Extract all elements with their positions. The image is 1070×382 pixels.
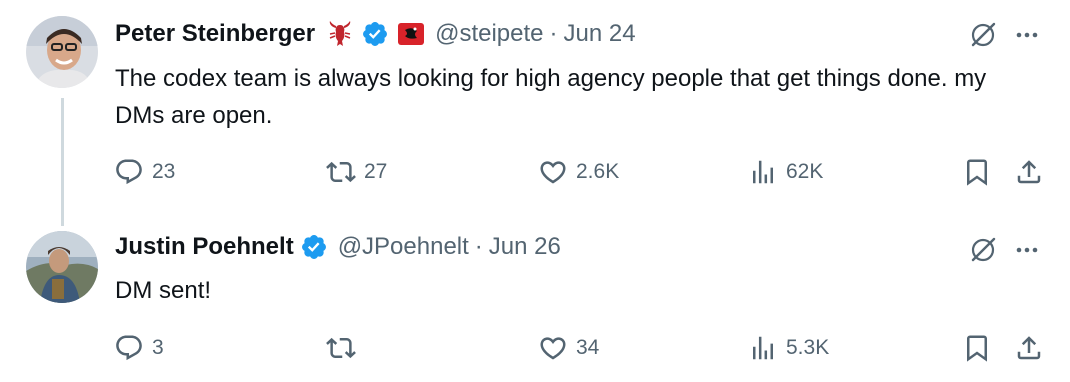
- share-button[interactable]: [1014, 154, 1044, 190]
- author-handle[interactable]: @JPoehnelt: [338, 233, 469, 261]
- grok-icon[interactable]: [968, 235, 998, 265]
- like-count: 2.6K: [576, 160, 620, 183]
- bookmark-button[interactable]: [962, 154, 992, 190]
- retweet-button[interactable]: [326, 330, 364, 366]
- heart-icon: [540, 337, 566, 360]
- tweet-text: DM sent!: [115, 277, 212, 304]
- tweet-header: Peter Steinberger @steipete · Jun 24: [115, 18, 636, 50]
- verified-badge-icon[interactable]: [361, 20, 389, 48]
- tweet-text: The codex team is always looking for hig…: [115, 65, 987, 129]
- share-icon: [1017, 336, 1041, 360]
- reply-icon: [116, 159, 142, 185]
- bookmark-icon: [967, 335, 987, 362]
- share-icon: [1017, 160, 1041, 184]
- tweet-date[interactable]: Jun 26: [489, 233, 561, 261]
- author-handle[interactable]: @steipete: [435, 20, 543, 48]
- avatar[interactable]: [26, 231, 98, 303]
- tweet-header: Justin Poehnelt @JPoehnelt · Jun 26: [115, 231, 561, 263]
- analytics-icon: [753, 160, 773, 184]
- retweet-icon: [326, 337, 356, 359]
- verified-badge-icon[interactable]: [300, 233, 328, 261]
- like-count: 34: [576, 336, 600, 359]
- tweet-actions: 23 27 2.6K 62K: [0, 154, 1070, 190]
- retweet-button[interactable]: 27: [326, 154, 387, 190]
- views-button[interactable]: 62K: [748, 154, 823, 190]
- retweet-count: 27: [364, 160, 388, 183]
- views-button[interactable]: 5.3K: [748, 330, 829, 366]
- lobster-emoji-icon: [325, 19, 355, 49]
- grok-icon[interactable]: [968, 20, 998, 50]
- reply-count: 3: [152, 336, 164, 359]
- heart-icon: [540, 161, 566, 184]
- view-count: 62K: [786, 160, 824, 183]
- like-button[interactable]: 2.6K: [538, 154, 619, 190]
- tweet-actions: 3 34 5.3K: [0, 330, 1070, 366]
- reply-button[interactable]: 23: [114, 154, 175, 190]
- separator-dot: ·: [549, 20, 558, 47]
- separator-dot: ·: [474, 233, 483, 260]
- more-options-icon[interactable]: [1012, 235, 1042, 265]
- affiliate-flag-icon[interactable]: [397, 22, 425, 46]
- like-button[interactable]: 34: [538, 330, 599, 366]
- reply-button[interactable]: 3: [114, 330, 164, 366]
- more-options-icon[interactable]: [1012, 20, 1042, 50]
- bookmark-button[interactable]: [962, 330, 992, 366]
- reply-icon: [116, 335, 142, 361]
- avatar[interactable]: [26, 16, 98, 88]
- analytics-icon: [753, 336, 773, 360]
- bookmark-icon: [967, 159, 987, 186]
- reply-count: 23: [152, 160, 176, 183]
- view-count: 5.3K: [786, 336, 830, 359]
- author-name[interactable]: Justin Poehnelt: [115, 233, 294, 261]
- tweet-steipete[interactable]: Peter Steinberger @steipete · Jun 24 The…: [0, 0, 1070, 226]
- author-name[interactable]: Peter Steinberger: [115, 20, 315, 48]
- tweet-jpoehnelt[interactable]: Justin Poehnelt @JPoehnelt · Jun 26 DM s…: [0, 215, 1070, 382]
- retweet-icon: [326, 161, 356, 183]
- share-button[interactable]: [1014, 330, 1044, 366]
- tweet-date[interactable]: Jun 24: [564, 20, 636, 48]
